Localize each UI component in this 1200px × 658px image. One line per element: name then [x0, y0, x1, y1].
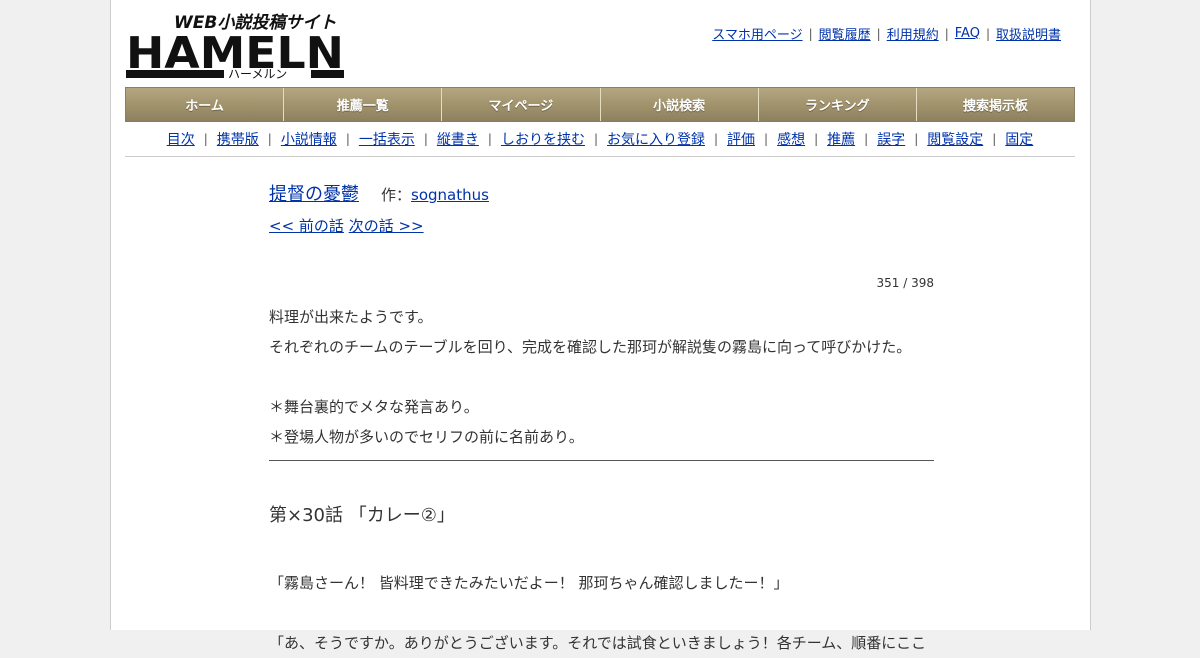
chapter-title: 第×30話 「カレー②」: [269, 505, 455, 526]
body-line: 「あ、そうですか。ありがとうございます。それでは試食といきましょう！各チーム、順…: [269, 634, 927, 652]
next-episode-link[interactable]: 次の話 >>: [349, 217, 424, 235]
subnav-vertical[interactable]: 縦書き: [437, 129, 479, 149]
nav-home[interactable]: ホーム: [126, 88, 285, 121]
hameln-logo[interactable]: WEB小説投稿サイト HAMELN ハーメルン: [126, 10, 346, 80]
nav-recommend[interactable]: 推薦一覧: [284, 88, 443, 121]
author-label: 作：: [381, 186, 412, 204]
novel-title[interactable]: 提督の憂鬱: [269, 180, 359, 206]
subnav-comment[interactable]: 感想: [777, 129, 805, 149]
subnav-bookmark[interactable]: しおりを挟む: [501, 129, 585, 149]
episode-pager: << 前の話 次の話 >>: [269, 215, 934, 245]
nav-search[interactable]: 小説検索: [600, 88, 759, 121]
link-smartphone[interactable]: スマホ用ページ: [712, 24, 802, 43]
link-history[interactable]: 閲覧履歴: [819, 24, 871, 43]
nav-ranking[interactable]: ランキング: [758, 88, 917, 121]
title-row: 提督の憂鬱 作： sognathus: [269, 180, 934, 215]
subnav-toc[interactable]: 目次: [167, 129, 195, 149]
preface: 料理が出来たようです。 それぞれのチームのテーブルを回り、完成を確認した那珂が解…: [269, 302, 934, 452]
sub-nav: 目次 | 携帯版 | 小説情報 | 一括表示 | 縦書き | しおりを挟む | お気に入り登…: [125, 122, 1075, 157]
main-content: 提督の憂鬱 作： sognathus << 前の話 次の話 >> 351 / 3…: [269, 180, 934, 658]
nav-board[interactable]: 捜索掲示板: [916, 88, 1075, 121]
logo-kana: ハーメルン: [228, 67, 287, 80]
link-faq[interactable]: FAQ: [955, 26, 980, 41]
top-links: スマホ用ページ | 閲覧履歴 | 利用規約 | FAQ | 取扱説明書: [712, 24, 1061, 43]
prev-episode-link[interactable]: << 前の話: [269, 217, 344, 235]
body-line: [269, 598, 934, 628]
chapter-body: 「霧島さーん！ 皆料理できたみたいだよー！ 那珂ちゃん確認しましたー！」 「あ、…: [269, 568, 934, 658]
subnav-all[interactable]: 一括表示: [359, 129, 415, 149]
link-manual[interactable]: 取扱説明書: [996, 24, 1061, 43]
subnav-settings[interactable]: 閲覧設定: [927, 129, 983, 149]
subnav-rate[interactable]: 評価: [727, 129, 755, 149]
preface-line: ＊舞台裏的でメタな発言あり。: [269, 398, 479, 416]
episode-counter: 351 / 398: [876, 276, 934, 290]
preface-line: 料理が出来たようです。: [269, 308, 433, 326]
subnav-recommend[interactable]: 推薦: [827, 129, 855, 149]
global-nav: ホーム 推薦一覧 マイページ 小説検索 ランキング 捜索掲示板: [125, 87, 1075, 122]
preface-line: それぞれのチームのテーブルを回り、完成を確認した那珂が解説隻の霧島に向って呼びか…: [269, 338, 912, 356]
subnav-typo[interactable]: 誤字: [877, 129, 905, 149]
divider: [269, 460, 934, 461]
subnav-mobile[interactable]: 携帯版: [217, 129, 259, 149]
author-link[interactable]: sognathus: [411, 186, 489, 204]
subnav-favorite[interactable]: お気に入り登録: [607, 129, 705, 149]
nav-mypage[interactable]: マイページ: [442, 88, 601, 121]
subnav-info[interactable]: 小説情報: [281, 129, 337, 149]
body-line: 「霧島さーん！ 皆料理できたみたいだよー！ 那珂ちゃん確認しましたー！」: [269, 574, 789, 592]
preface-line: [269, 362, 934, 392]
page-container: WEB小説投稿サイト HAMELN ハーメルン スマホ用ページ | 閲覧履歴 | 利…: [110, 0, 1091, 652]
link-terms[interactable]: 利用規約: [887, 24, 939, 43]
subnav-fix[interactable]: 固定: [1005, 129, 1033, 149]
preface-line: ＊登場人物が多いのでセリフの前に名前あり。: [269, 428, 584, 446]
